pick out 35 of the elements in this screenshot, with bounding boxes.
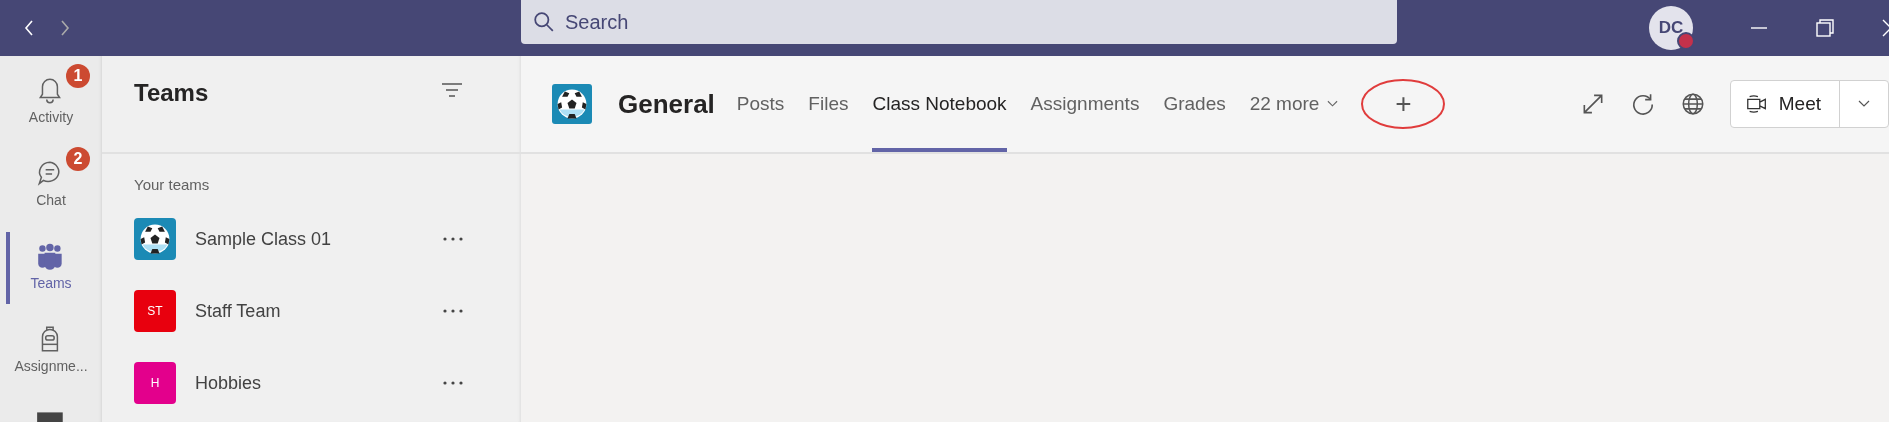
team-name[interactable]: Hobbies [195,372,443,394]
more-options-icon[interactable] [443,308,463,314]
search-field[interactable]: Search [521,0,1397,44]
tab[interactable]: Files [808,56,849,152]
forward-icon[interactable] [58,18,72,38]
add-tab-button[interactable]: + [1395,90,1412,118]
more-options-icon[interactable] [443,236,463,242]
chevron-down-icon [1858,100,1870,108]
app-bar-item[interactable]: Assignme... [14,358,88,374]
notification-badge: 2 [66,147,90,171]
team-avatar: H [134,362,176,404]
tab[interactable]: Class Notebook [872,56,1007,152]
user-avatar[interactable]: DC [1649,6,1693,50]
more-tabs-button[interactable]: 22 more [1249,93,1339,115]
notification-badge: 1 [66,64,90,88]
search-icon [533,11,555,33]
panel-title: Teams [134,79,209,107]
restore-icon[interactable] [1815,18,1835,38]
team-avatar [552,84,592,124]
chevron-down-icon [1327,100,1339,108]
section-label: Your teams [133,175,211,193]
filter-icon[interactable] [441,82,463,98]
channel-title: General [618,88,715,120]
tab[interactable]: Grades [1163,56,1226,152]
team-name[interactable]: Staff Team [195,300,443,322]
more-options-icon[interactable] [443,380,463,386]
back-icon[interactable] [22,18,36,38]
app-bar-item[interactable]: Activity [28,109,74,125]
app-bar-item[interactable]: Chat [36,192,66,208]
app-bar-item[interactable]: Teams [30,275,72,291]
video-camera-icon [1744,92,1769,116]
tab[interactable]: Posts [736,56,785,152]
team-avatar: ST [134,290,176,332]
team-name[interactable]: Sample Class 01 [195,228,443,250]
tab[interactable]: Assignments [1030,56,1140,152]
